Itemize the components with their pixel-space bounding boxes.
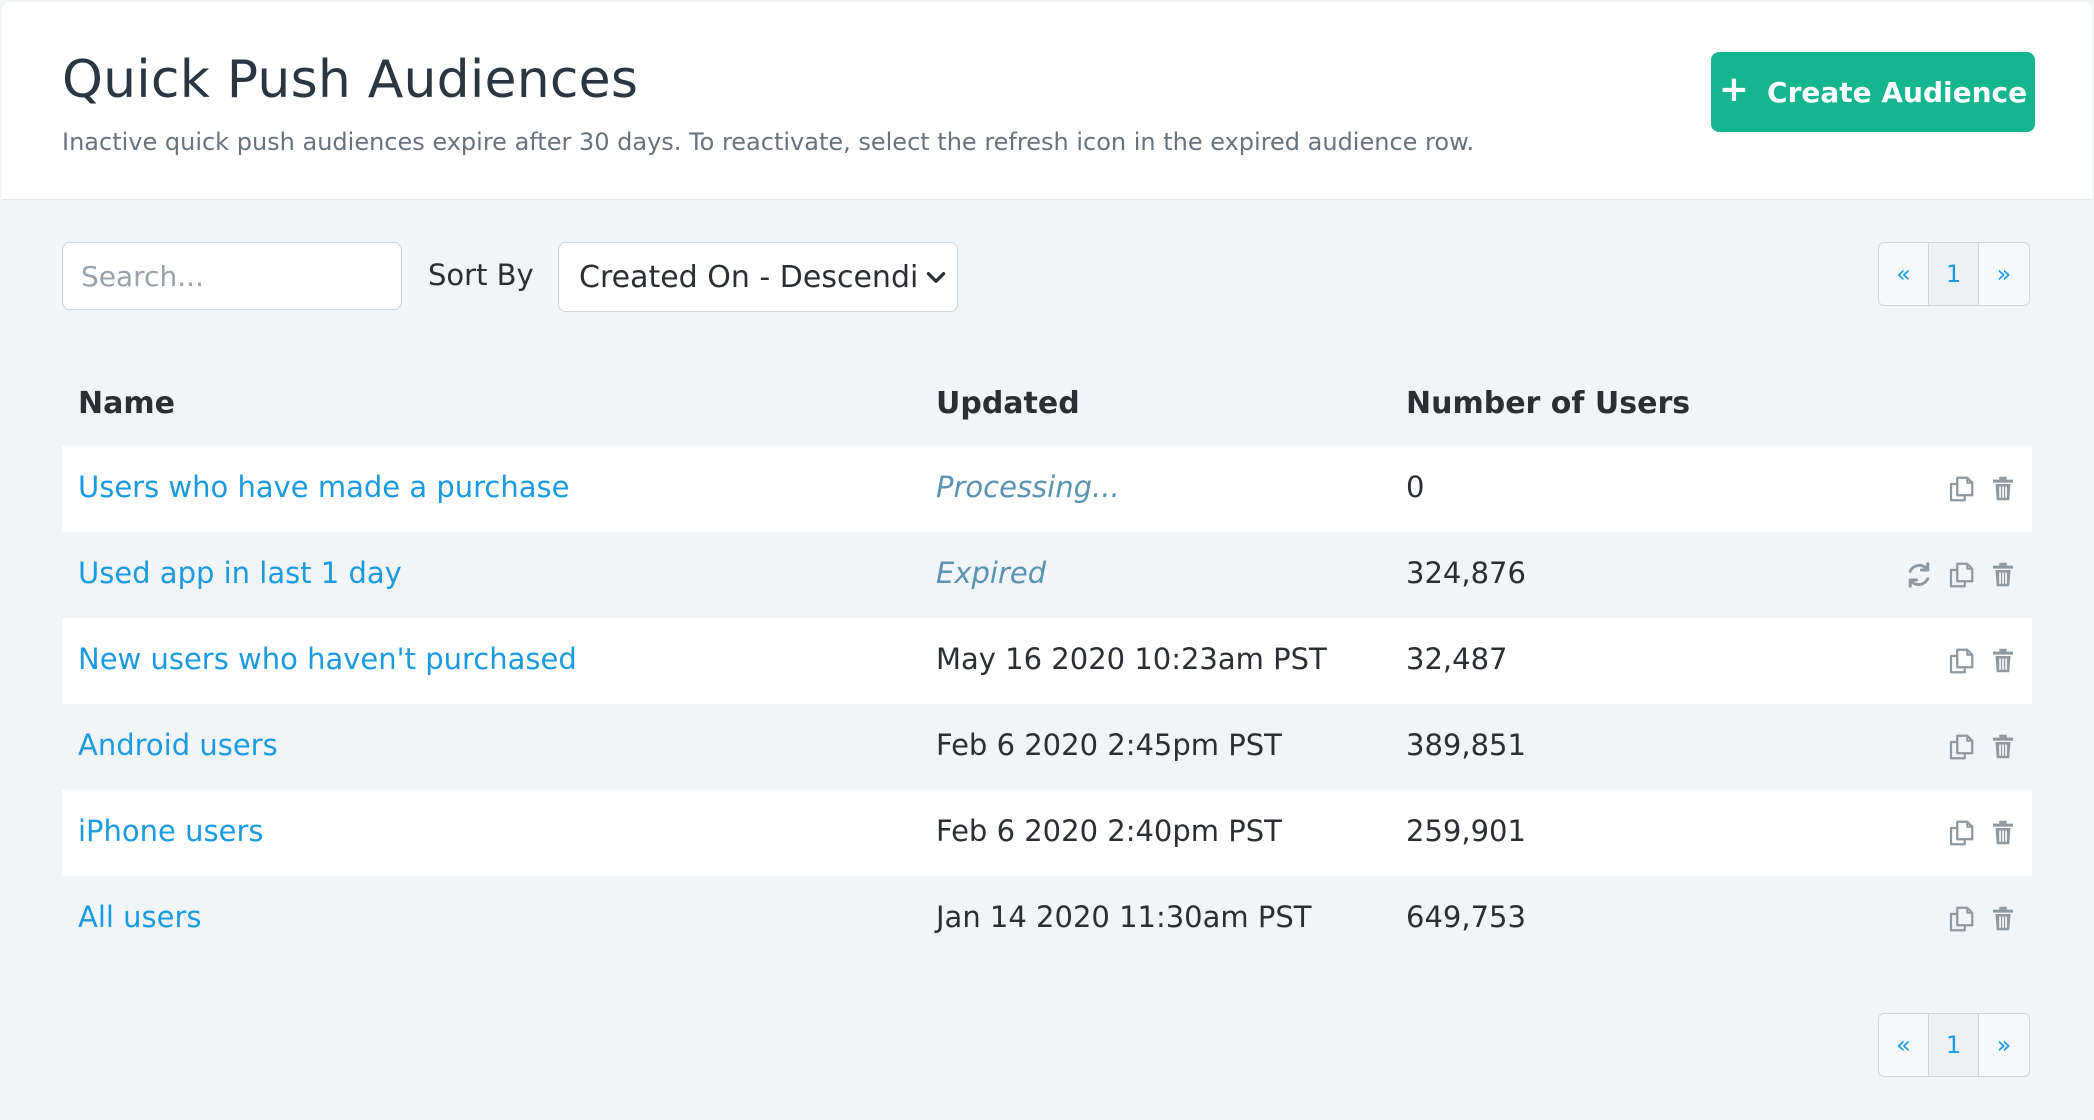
audience-name-link[interactable]: Android users	[78, 728, 278, 762]
column-header-name: Name	[78, 386, 175, 421]
column-header-updated: Updated	[936, 386, 1080, 421]
table-row: New users who haven't purchased May 16 20…	[62, 618, 2032, 704]
pagination-prev-button[interactable]: «	[1879, 243, 1929, 305]
duplicate-icon[interactable]	[1946, 646, 1976, 676]
duplicate-icon[interactable]	[1946, 818, 1976, 848]
sort-by-value: Created On - Descending	[579, 259, 919, 295]
trash-icon[interactable]	[1988, 904, 2018, 934]
audience-name-link[interactable]: Users who have made a purchase	[78, 470, 569, 504]
table-row: Users who have made a purchase Processing…	[62, 446, 2032, 532]
create-audience-label: Create Audience	[1767, 75, 2028, 109]
audience-user-count: 324,876	[1406, 556, 1526, 590]
page: Quick Push Audiences Inactive quick push…	[0, 0, 2094, 1120]
audience-user-count: 649,753	[1406, 900, 1526, 934]
pagination-page-button[interactable]: 1	[1929, 243, 1979, 305]
table-row: iPhone users Feb 6 2020 2:40pm PST 259,901	[62, 790, 2032, 876]
row-actions	[1946, 904, 2018, 934]
plus-icon: +	[1718, 69, 1750, 110]
audience-name-link[interactable]: All users	[78, 900, 202, 934]
duplicate-icon[interactable]	[1946, 474, 1976, 504]
sort-by-label: Sort By	[428, 258, 534, 292]
audience-updated: Feb 6 2020 2:45pm PST	[936, 728, 1282, 762]
page-title: Quick Push Audiences	[62, 50, 639, 110]
table-row: Android users Feb 6 2020 2:45pm PST 389,85…	[62, 704, 2032, 790]
audiences-table: Name Updated Number of Users Users who h…	[62, 370, 2032, 962]
column-header-users: Number of Users	[1406, 386, 1691, 421]
row-actions	[1946, 646, 2018, 676]
table-body: Users who have made a purchase Processing…	[62, 446, 2032, 962]
audience-updated: May 16 2020 10:23am PST	[936, 642, 1327, 676]
pagination-page-button[interactable]: 1	[1929, 1014, 1979, 1076]
audience-user-count: 389,851	[1406, 728, 1526, 762]
table-header: Name Updated Number of Users	[62, 370, 2032, 446]
page-header: Quick Push Audiences Inactive quick push…	[2, 2, 2092, 200]
trash-icon[interactable]	[1988, 474, 2018, 504]
audience-updated: Processing...	[936, 470, 1120, 504]
chevron-down-icon	[923, 265, 949, 291]
duplicate-icon[interactable]	[1946, 560, 1976, 590]
trash-icon[interactable]	[1988, 818, 2018, 848]
pagination-bottom: « 1 »	[1878, 1013, 2030, 1077]
row-actions	[1904, 560, 2018, 590]
duplicate-icon[interactable]	[1946, 904, 1976, 934]
audience-user-count: 32,487	[1406, 642, 1508, 676]
trash-icon[interactable]	[1988, 732, 2018, 762]
search-input[interactable]	[62, 242, 402, 310]
audience-name-link[interactable]: New users who haven't purchased	[78, 642, 577, 676]
audience-updated: Jan 14 2020 11:30am PST	[936, 900, 1312, 934]
trash-icon[interactable]	[1988, 646, 2018, 676]
pagination-next-button[interactable]: »	[1979, 1014, 2029, 1076]
table-row: All users Jan 14 2020 11:30am PST 649,753	[62, 876, 2032, 962]
refresh-icon[interactable]	[1904, 560, 1934, 590]
audience-user-count: 0	[1406, 470, 1425, 504]
table-row: Used app in last 1 day Expired 324,876	[62, 532, 2032, 618]
row-actions	[1946, 732, 2018, 762]
row-actions	[1946, 474, 2018, 504]
page-subtitle: Inactive quick push audiences expire aft…	[62, 128, 1475, 156]
pagination-prev-button[interactable]: «	[1879, 1014, 1929, 1076]
audience-name-link[interactable]: iPhone users	[78, 814, 263, 848]
pagination-next-button[interactable]: »	[1979, 243, 2029, 305]
pagination-top: « 1 »	[1878, 242, 2030, 306]
audience-user-count: 259,901	[1406, 814, 1526, 848]
duplicate-icon[interactable]	[1946, 732, 1976, 762]
audience-name-link[interactable]: Used app in last 1 day	[78, 556, 402, 590]
trash-icon[interactable]	[1988, 560, 2018, 590]
row-actions	[1946, 818, 2018, 848]
audience-updated: Expired	[936, 556, 1047, 590]
create-audience-button[interactable]: + Create Audience	[1711, 52, 2035, 132]
audience-updated: Feb 6 2020 2:40pm PST	[936, 814, 1282, 848]
sort-by-select[interactable]: Created On - Descending	[558, 242, 958, 312]
